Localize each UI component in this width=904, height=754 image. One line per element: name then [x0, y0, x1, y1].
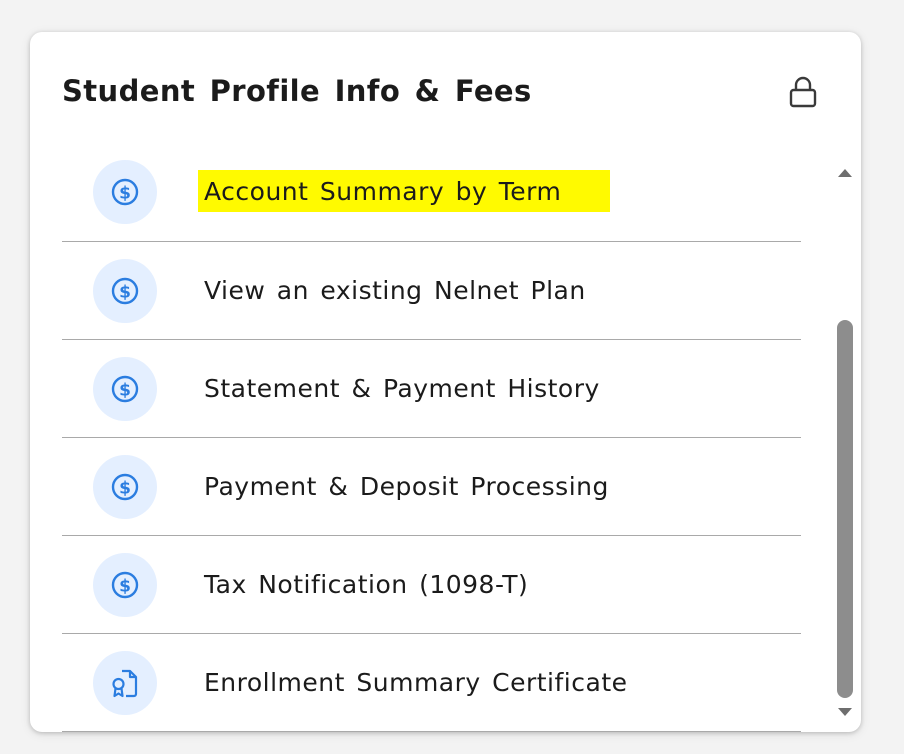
list-item-statement-history[interactable]: $ Statement & Payment History [62, 340, 801, 438]
svg-text:$: $ [119, 184, 131, 204]
dollar-circle-icon: $ [93, 259, 157, 323]
certificate-document-icon [93, 651, 157, 715]
vertical-scrollbar[interactable] [833, 152, 857, 732]
item-label: Statement & Payment History [204, 374, 600, 403]
scrollbar-thumb[interactable] [837, 320, 853, 698]
fees-link-list: $ Account Summary by Term $ View an exis… [62, 142, 801, 732]
svg-text:$: $ [119, 577, 131, 597]
list-item-enrollment-certificate[interactable]: Enrollment Summary Certificate [62, 634, 801, 732]
dollar-circle-icon: $ [93, 160, 157, 224]
dollar-circle-icon: $ [93, 553, 157, 617]
item-label: Tax Notification (1098-T) [204, 570, 529, 599]
list-item-nelnet-plan[interactable]: $ View an existing Nelnet Plan [62, 242, 801, 340]
dollar-circle-icon: $ [93, 455, 157, 519]
list-item-account-summary[interactable]: $ Account Summary by Term [62, 142, 801, 242]
card-title: Student Profile Info & Fees [62, 74, 532, 108]
list-item-tax-notification[interactable]: $ Tax Notification (1098-T) [62, 536, 801, 634]
item-label: Payment & Deposit Processing [204, 472, 609, 501]
student-profile-card: Student Profile Info & Fees $ Account Su… [30, 32, 861, 732]
item-label: Account Summary by Term [204, 177, 562, 206]
svg-text:$: $ [119, 479, 131, 499]
scroll-down-arrow-icon[interactable] [838, 708, 852, 716]
dollar-circle-icon: $ [93, 357, 157, 421]
svg-text:$: $ [119, 283, 131, 303]
lock-icon[interactable] [788, 75, 818, 109]
item-label: View an existing Nelnet Plan [204, 276, 586, 305]
item-label: Enrollment Summary Certificate [204, 668, 628, 697]
list-item-payment-deposit[interactable]: $ Payment & Deposit Processing [62, 438, 801, 536]
svg-text:$: $ [119, 381, 131, 401]
scroll-up-arrow-icon[interactable] [838, 169, 852, 177]
